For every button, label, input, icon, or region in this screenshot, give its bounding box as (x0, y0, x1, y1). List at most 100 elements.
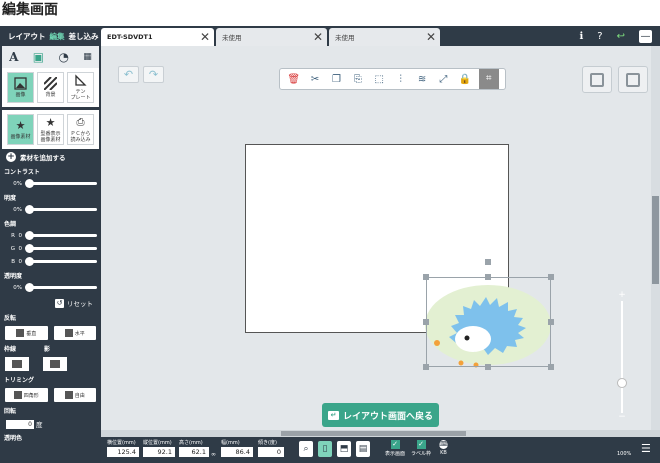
image-button[interactable]: 画像 (7, 72, 34, 103)
resize-handle[interactable] (423, 274, 429, 280)
color-g-slider[interactable]: G 0 (0, 243, 101, 256)
tab-document-2[interactable]: 未使用 ✕ (216, 28, 327, 46)
tab-document-3[interactable]: 未使用 ✕ (329, 28, 440, 46)
model-material-button[interactable]: ★ 型番表示 画像素材 (37, 114, 64, 145)
print-button[interactable] (618, 66, 648, 93)
background-button[interactable]: 背景 (37, 72, 64, 103)
undo-button[interactable]: ↶ (118, 66, 139, 83)
resize-handle[interactable] (423, 319, 429, 325)
check-icon: ✓ (416, 440, 426, 449)
reset-button[interactable]: ↺ リセット (0, 295, 101, 311)
shadow-button[interactable] (43, 357, 67, 371)
zoom-slider[interactable] (621, 301, 623, 413)
trim-rect-button[interactable]: 四角形 (5, 388, 48, 402)
resize-handle[interactable] (485, 274, 491, 280)
lock-icon[interactable]: 🔒 (457, 74, 472, 85)
document-tabbar: EDT-SDVDT1 ✕ 未使用 ✕ 未使用 ✕ ℹ ? ↩ — (101, 26, 660, 46)
color-b-slider[interactable]: B 0 (0, 256, 101, 269)
display-check[interactable]: ✓ 表示画面 (385, 440, 405, 457)
tab-layout[interactable]: レイアウト (8, 31, 46, 42)
plus-icon: + (6, 152, 16, 162)
add-material-button[interactable]: + 素材を追加する (0, 149, 101, 165)
slider-knob[interactable] (25, 205, 34, 214)
pc-load-button[interactable]: ⎙ ＰＣから 読み込み (67, 114, 94, 145)
canvas-area[interactable]: ↶ ↷ 🗑 ✂ ❐ ⎘ ⬚ ⫶ ≋ ⤢ 🔒 ⌗ + − ↵ レイアウト画面へ戻る (101, 46, 651, 456)
close-icon[interactable]: ✕ (424, 30, 438, 44)
rotate-handle[interactable] (485, 259, 491, 265)
trimming-label: トリミング (4, 377, 35, 384)
crop-icon[interactable]: ⌗ (478, 69, 499, 89)
material-buttons: ★ 画像素材 ★ 型番表示 画像素材 ⎙ ＰＣから 読み込み (2, 110, 99, 149)
page-fold-icon[interactable]: ⬒ (337, 441, 351, 457)
page-icon[interactable]: ▯ (318, 441, 332, 457)
image-tool-icon[interactable]: ▣ (33, 50, 44, 64)
menu-icon[interactable]: ☰ (641, 442, 651, 455)
rotation-stepper[interactable]: 0 度 (0, 417, 101, 431)
help-icon[interactable]: ? (597, 31, 602, 42)
undo-icon: ↶ (123, 68, 134, 81)
width-field[interactable]: 幅(mm) 86.4 (221, 439, 253, 457)
trim-free-button[interactable]: 自由 (53, 388, 96, 402)
select-icon[interactable]: ⬚ (372, 74, 387, 85)
flip-horizontal-icon (64, 329, 73, 337)
close-icon[interactable]: ✕ (311, 30, 325, 44)
template-button[interactable]: テン プレート (67, 72, 94, 103)
star-icon: ★ (45, 116, 56, 129)
angle-field[interactable]: 傾き(度) 0 (258, 439, 284, 457)
y-position-field[interactable]: 縦位置(mm) 92.1 (143, 439, 175, 457)
trash-icon[interactable]: 🗑 (286, 74, 301, 85)
check-icon: ✓ (390, 440, 400, 449)
redo-button[interactable]: ↷ (143, 66, 164, 83)
color-r-slider[interactable]: R 0 (0, 230, 101, 243)
image-type-buttons: 画像 背景 テン プレート (2, 68, 99, 107)
selection-frame[interactable] (426, 277, 551, 367)
shape-tool-icon[interactable]: ◔ (58, 50, 68, 64)
x-position-field[interactable]: 横位置(mm) 125.4 (107, 439, 139, 457)
back-to-layout-button[interactable]: ↵ レイアウト画面へ戻る (322, 403, 439, 427)
contrast-slider[interactable]: 0% (0, 178, 101, 191)
flip-horizontal-button[interactable]: 水平 (53, 326, 96, 340)
flip-vertical-button[interactable]: 垂直 (5, 326, 48, 340)
zoom-in-icon[interactable]: + (617, 290, 627, 300)
window-controls: ℹ ? ↩ — (579, 26, 660, 46)
label-frame-check[interactable]: ✓ ラベル枠 (411, 440, 431, 457)
copy-icon[interactable]: ❐ (329, 74, 344, 85)
tab-document-1[interactable]: EDT-SDVDT1 ✕ (101, 28, 214, 46)
resize-handle[interactable] (423, 364, 429, 370)
page-view-icon[interactable]: ▤ (356, 441, 370, 457)
layer-icon[interactable]: ≋ (415, 74, 430, 85)
tab-merge[interactable]: 差し込み (69, 31, 99, 42)
barcode-tool-icon[interactable]: ▦ (83, 52, 92, 62)
image-material-button[interactable]: ★ 画像素材 (7, 114, 34, 145)
resize-handle[interactable] (485, 364, 491, 370)
tab-edit[interactable]: 編集 (50, 31, 65, 42)
link-icon[interactable]: ∞ (211, 451, 216, 458)
frame-icon (12, 360, 22, 368)
save-button[interactable] (582, 66, 612, 93)
horizontal-scrollbar[interactable] (101, 430, 660, 437)
minimize-icon[interactable]: — (639, 29, 652, 43)
transform-icon[interactable]: ⤢ (436, 74, 451, 85)
zoom-out-icon[interactable]: − (617, 412, 627, 422)
keyboard-button[interactable]: ⌨ KB (439, 440, 450, 456)
resize-handle[interactable] (548, 364, 554, 370)
info-icon[interactable]: ℹ (579, 31, 583, 42)
shadow-label: 影 (44, 346, 51, 353)
slider-knob[interactable] (25, 179, 34, 188)
back-icon[interactable]: ↩ (617, 31, 625, 42)
paste-icon[interactable]: ⎘ (350, 74, 365, 85)
frame-button[interactable] (5, 357, 29, 371)
close-icon[interactable]: ✕ (198, 30, 212, 44)
cut-icon[interactable]: ✂ (308, 74, 323, 85)
text-tool-icon[interactable]: A (9, 50, 18, 64)
brightness-slider[interactable]: 0% (0, 204, 101, 217)
keyboard-icon: ⌨ (439, 440, 450, 449)
zoom-knob[interactable] (617, 378, 627, 388)
height-field[interactable]: 高さ(mm) 62.1 (179, 439, 209, 457)
transparency-slider[interactable]: 0% (0, 282, 101, 295)
align-icon[interactable]: ⫶ (393, 74, 408, 85)
vertical-scrollbar[interactable] (651, 46, 660, 456)
resize-handle[interactable] (548, 274, 554, 280)
zoom-fit-icon[interactable]: ⌕ (299, 441, 313, 457)
resize-handle[interactable] (548, 319, 554, 325)
